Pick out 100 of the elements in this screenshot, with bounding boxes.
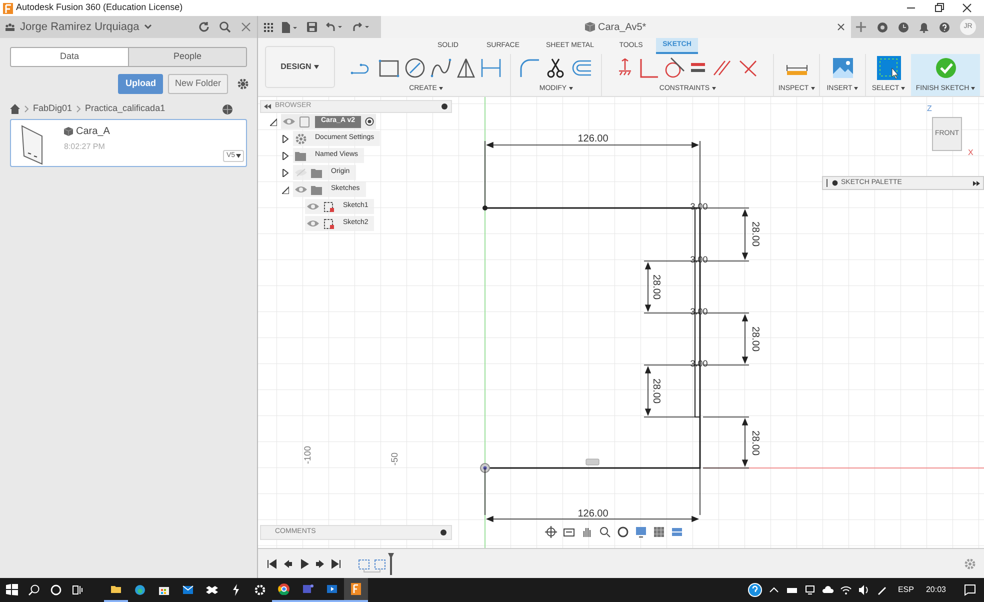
expand-arrow-icon[interactable]	[282, 168, 289, 176]
dimension-line-icon[interactable]	[480, 57, 502, 79]
refresh-icon[interactable]	[198, 21, 210, 33]
chrome-icon[interactable]	[278, 583, 290, 595]
select-box-icon[interactable]	[876, 55, 902, 81]
chevron-down-icon[interactable]	[144, 24, 152, 30]
search-icon[interactable]	[28, 584, 40, 596]
sketch-icon	[323, 218, 335, 230]
expand-arrow-icon[interactable]	[282, 134, 289, 142]
activate-radio-icon[interactable]	[365, 117, 374, 126]
wifi-icon[interactable]	[840, 584, 852, 596]
step-forward-icon[interactable]	[315, 558, 325, 568]
circle-icon[interactable]	[404, 57, 426, 79]
orbit-icon[interactable]	[545, 526, 557, 538]
image-icon[interactable]	[832, 57, 854, 79]
cloud-icon[interactable]	[822, 584, 834, 596]
job-status-icon[interactable]	[898, 22, 909, 32]
checkmark-icon[interactable]	[934, 57, 956, 79]
collapse-arrow-icon[interactable]	[282, 186, 289, 194]
language-indicator[interactable]: ESP	[898, 584, 914, 596]
look-at-icon[interactable]	[563, 526, 575, 538]
speaker-icon[interactable]	[858, 584, 870, 596]
new-folder-button[interactable]: New Folder	[168, 74, 228, 94]
caret-icon	[810, 87, 815, 90]
maximize-icon[interactable]	[934, 3, 944, 13]
expand-arrow-icon[interactable]	[282, 152, 289, 160]
mirror-icon[interactable]	[456, 57, 476, 79]
settings-icon	[295, 132, 307, 144]
add-comment-icon[interactable]	[440, 529, 447, 536]
skip-end-icon[interactable]	[331, 558, 341, 568]
cortana-ring-icon[interactable]	[50, 584, 62, 596]
step-back-icon[interactable]	[283, 558, 293, 568]
close-icon[interactable]	[837, 23, 845, 31]
pen-icon[interactable]	[876, 584, 888, 596]
panel-tab[interactable]: People	[128, 48, 246, 66]
dimension-value[interactable]: 28.00	[749, 221, 760, 247]
fusion-app-icon[interactable]	[350, 583, 362, 595]
store-bag-icon[interactable]	[158, 584, 170, 596]
globe-icon[interactable]	[222, 104, 233, 114]
settings-icon[interactable]	[237, 78, 249, 90]
folder-icon[interactable]	[110, 583, 122, 595]
close-icon[interactable]	[962, 3, 972, 13]
cube-icon	[585, 22, 595, 32]
notification-bell-icon[interactable]	[919, 22, 929, 32]
window-title: Autodesk Fusion 360 (Education License)	[16, 1, 183, 14]
caret-icon	[712, 87, 716, 90]
notifications-icon[interactable]	[964, 584, 976, 596]
timeline-sketch-icon[interactable]	[357, 552, 397, 574]
help-icon[interactable]	[748, 583, 762, 597]
zoom-window-icon[interactable]	[617, 526, 629, 538]
save-icon[interactable]	[307, 22, 317, 32]
meet-now-icon[interactable]	[804, 584, 816, 596]
dimension-value[interactable]: 126.00	[578, 134, 608, 145]
mail-icon[interactable]	[182, 584, 194, 596]
tangent-icon[interactable]	[662, 57, 684, 79]
caret-icon	[971, 87, 976, 90]
play-icon[interactable]	[299, 558, 309, 568]
collapse-arrow-icon[interactable]	[270, 118, 277, 126]
document-tab[interactable]: Cara_Av5*	[381, 16, 851, 38]
task-view-icon[interactable]	[72, 584, 84, 596]
breadcrumb-link[interactable]: Practica_calificada1	[85, 102, 166, 116]
dimension-value[interactable]: 126.00	[578, 508, 608, 520]
workspace-dropdown[interactable]: DESIGN	[265, 46, 335, 88]
extensions-icon[interactable]	[877, 22, 888, 32]
zoom-icon[interactable]	[599, 526, 611, 538]
dimension-line[interactable]	[702, 416, 750, 468]
axis-label: X	[968, 147, 974, 159]
display-settings-icon[interactable]	[635, 526, 647, 538]
panel-tab[interactable]: Data	[11, 48, 128, 66]
collapse-icon[interactable]	[264, 104, 271, 109]
caret-icon	[236, 154, 241, 158]
grid-settings-icon[interactable]	[653, 526, 665, 538]
browser-icon[interactable]	[134, 584, 146, 596]
dimension-value[interactable]: 28.00	[749, 326, 760, 352]
dimension-line[interactable]	[484, 468, 700, 522]
pin-icon[interactable]	[832, 180, 838, 186]
dimension-value[interactable]: 28.00	[650, 378, 662, 404]
skip-start-icon[interactable]	[267, 558, 277, 568]
caret-icon	[314, 65, 320, 69]
lightning-icon[interactable]	[230, 584, 242, 596]
video-player-icon[interactable]	[326, 583, 338, 595]
undo-icon[interactable]	[326, 22, 344, 32]
pin-icon[interactable]	[441, 103, 448, 110]
redo-icon[interactable]	[353, 22, 371, 32]
apps-grid-icon[interactable]	[264, 22, 273, 32]
spline-icon[interactable]	[430, 57, 452, 79]
file-menu-icon[interactable]	[282, 22, 298, 32]
dimension-value[interactable]: 28.00	[749, 430, 760, 456]
teams-icon[interactable]	[302, 583, 314, 595]
help-icon[interactable]	[939, 22, 950, 32]
breadcrumb-link[interactable]: FabDig01	[33, 102, 72, 116]
home-icon[interactable]	[10, 104, 20, 114]
plus-icon[interactable]	[855, 21, 867, 33]
viewports-icon[interactable]	[671, 526, 683, 538]
clock-time[interactable]: 20:03	[926, 584, 946, 596]
windows-start-icon[interactable]	[6, 584, 18, 596]
sketch-point[interactable]	[482, 206, 488, 210]
rectangle-icon[interactable]	[378, 57, 400, 79]
dimension-value[interactable]: 28.00	[650, 274, 662, 300]
expand-icon[interactable]	[973, 180, 980, 186]
